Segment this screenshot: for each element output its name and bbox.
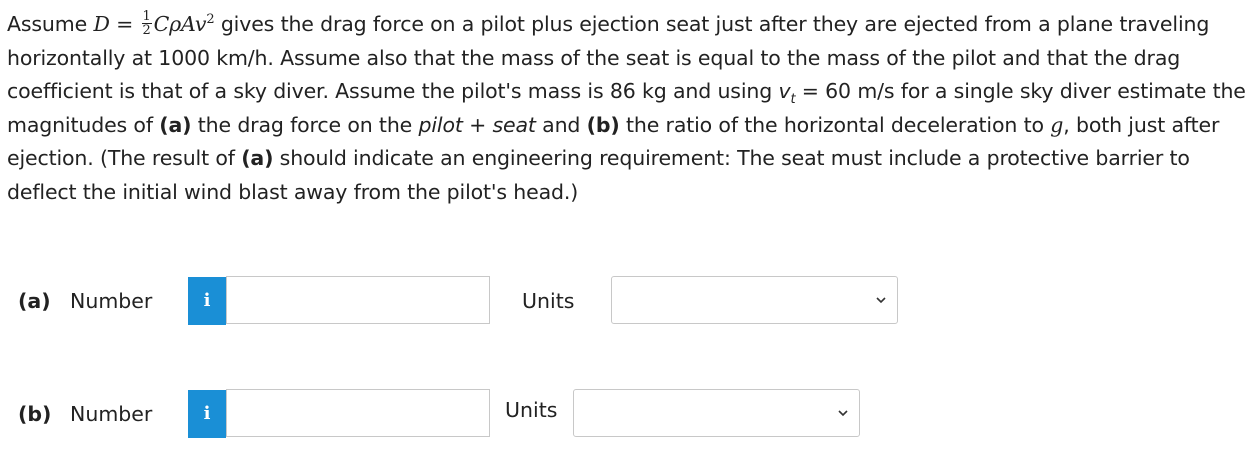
- units-label-b: Units: [505, 398, 558, 422]
- problem-text-4: and: [535, 112, 587, 137]
- fraction-denominator: 2: [142, 22, 151, 38]
- number-input-a[interactable]: [226, 276, 490, 324]
- number-input-b[interactable]: [226, 389, 490, 437]
- problem-text-5: the ratio of the horizontal deceleration…: [619, 112, 1051, 137]
- part-b-label: (b): [18, 402, 52, 426]
- part-b-tag: (b): [586, 112, 620, 137]
- equation-equals: =: [109, 12, 140, 36]
- fraction-numerator: 1: [141, 8, 152, 24]
- part-a-tag: (a): [159, 112, 192, 137]
- info-icon[interactable]: i: [188, 277, 226, 325]
- number-label-b: Number: [70, 402, 153, 426]
- units-label-a: Units: [522, 289, 575, 313]
- equation-terms: CρAv: [153, 12, 207, 36]
- number-label-a: Number: [70, 289, 153, 313]
- answer-row-a: (a) Number i Units: [0, 276, 1256, 326]
- units-select-a[interactable]: [611, 276, 898, 324]
- problem-intro-text: Assume: [7, 12, 94, 36]
- equation-D: D: [93, 12, 110, 36]
- vt-symbol: v: [778, 79, 791, 103]
- equation-fraction: 12: [141, 8, 152, 38]
- info-icon[interactable]: i: [188, 390, 226, 438]
- chevron-down-icon: [876, 297, 886, 304]
- units-select-b[interactable]: [573, 389, 860, 437]
- part-a-label: (a): [18, 289, 51, 313]
- answer-row-b: (b) Number i Units: [0, 389, 1256, 439]
- g-symbol: g: [1050, 112, 1064, 137]
- chevron-down-icon: [838, 410, 848, 417]
- problem-statement: Assume D = 1 2 CρAv2 gives the drag force …: [7, 8, 1252, 209]
- problem-text-3: the drag force on the: [191, 112, 419, 137]
- pilot-seat-text: pilot + seat: [418, 112, 536, 137]
- part-a-tag-2: (a): [241, 146, 274, 170]
